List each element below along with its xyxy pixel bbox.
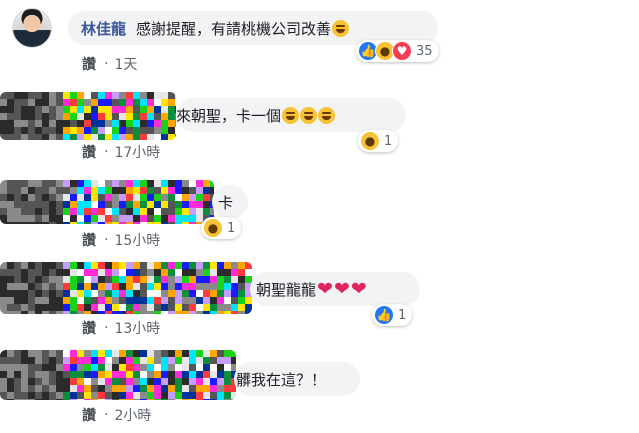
comment-bubble: 髒我在這？！ — [234, 362, 360, 396]
haha-reaction-icon: ● — [203, 218, 223, 238]
heart-emoji-icon: ❤ — [333, 278, 350, 300]
grinning-emoji-icon — [300, 106, 318, 124]
reaction-count: 1 — [384, 133, 393, 149]
comment-text: 來朝聖，卡一個 — [176, 106, 282, 125]
comment-time[interactable]: 2小時 — [114, 405, 151, 425]
grinning-emoji-icon — [282, 106, 300, 124]
comment-bubble: 朝聖龍龍 ❤ ❤ ❤ — [250, 272, 420, 306]
reaction-count: 1 — [398, 307, 407, 323]
redacted-avatar-and-name — [0, 262, 252, 314]
comment-time[interactable]: 1天 — [114, 54, 137, 74]
reaction-summary[interactable]: ● 1 — [201, 217, 242, 239]
grinning-sweat-emoji-icon — [332, 19, 350, 37]
heart-emoji-icon: ❤ — [317, 278, 333, 300]
like-link[interactable]: 讚 — [82, 405, 96, 425]
commenter-avatar[interactable] — [12, 8, 52, 48]
redacted-avatar-and-name — [0, 180, 214, 224]
comment-bubble: 來朝聖，卡一個 — [176, 98, 406, 132]
comment-author[interactable]: 林佳龍 — [81, 18, 126, 39]
heart-emoji-icon: ❤ — [350, 278, 367, 300]
redacted-avatar-and-name — [0, 92, 176, 140]
comment-time[interactable]: 13小時 — [114, 318, 160, 338]
comment-bubble: 卡 — [212, 185, 248, 219]
comment-meta: 讚 · 1天 — [82, 54, 138, 74]
comment-meta: 讚 · 17小時 — [82, 142, 161, 162]
comment-text: 感謝提醒，有請桃機公司改善 — [136, 19, 332, 38]
comment-meta: 讚 · 13小時 — [82, 318, 161, 338]
comment-text: 卡 — [218, 193, 234, 212]
comment-text: 髒我在這？！ — [236, 370, 327, 389]
haha-reaction-icon: ● — [360, 131, 380, 151]
comment-meta: 讚 · 2小時 — [82, 405, 152, 425]
reaction-count: 35 — [416, 43, 433, 59]
reaction-summary[interactable]: ● 1 — [358, 130, 399, 152]
comment-time[interactable]: 15小時 — [114, 230, 160, 250]
comment-text: 朝聖龍龍 — [256, 280, 317, 299]
reaction-count: 1 — [227, 220, 236, 236]
redacted-avatar-and-name — [0, 350, 236, 400]
grinning-emoji-icon — [318, 106, 336, 124]
comment-time[interactable]: 17小時 — [114, 142, 160, 162]
like-link[interactable]: 讚 — [82, 142, 96, 162]
like-link[interactable]: 讚 — [82, 54, 96, 74]
reaction-summary[interactable]: 👍 1 — [372, 304, 413, 326]
comment-meta: 讚 · 15小時 — [82, 230, 161, 250]
like-link[interactable]: 讚 — [82, 230, 96, 250]
reaction-summary[interactable]: 👍 ● ♥ 35 — [356, 40, 439, 62]
like-link[interactable]: 讚 — [82, 318, 96, 338]
love-reaction-icon: ♥ — [392, 41, 412, 61]
like-reaction-icon: 👍 — [374, 305, 394, 325]
